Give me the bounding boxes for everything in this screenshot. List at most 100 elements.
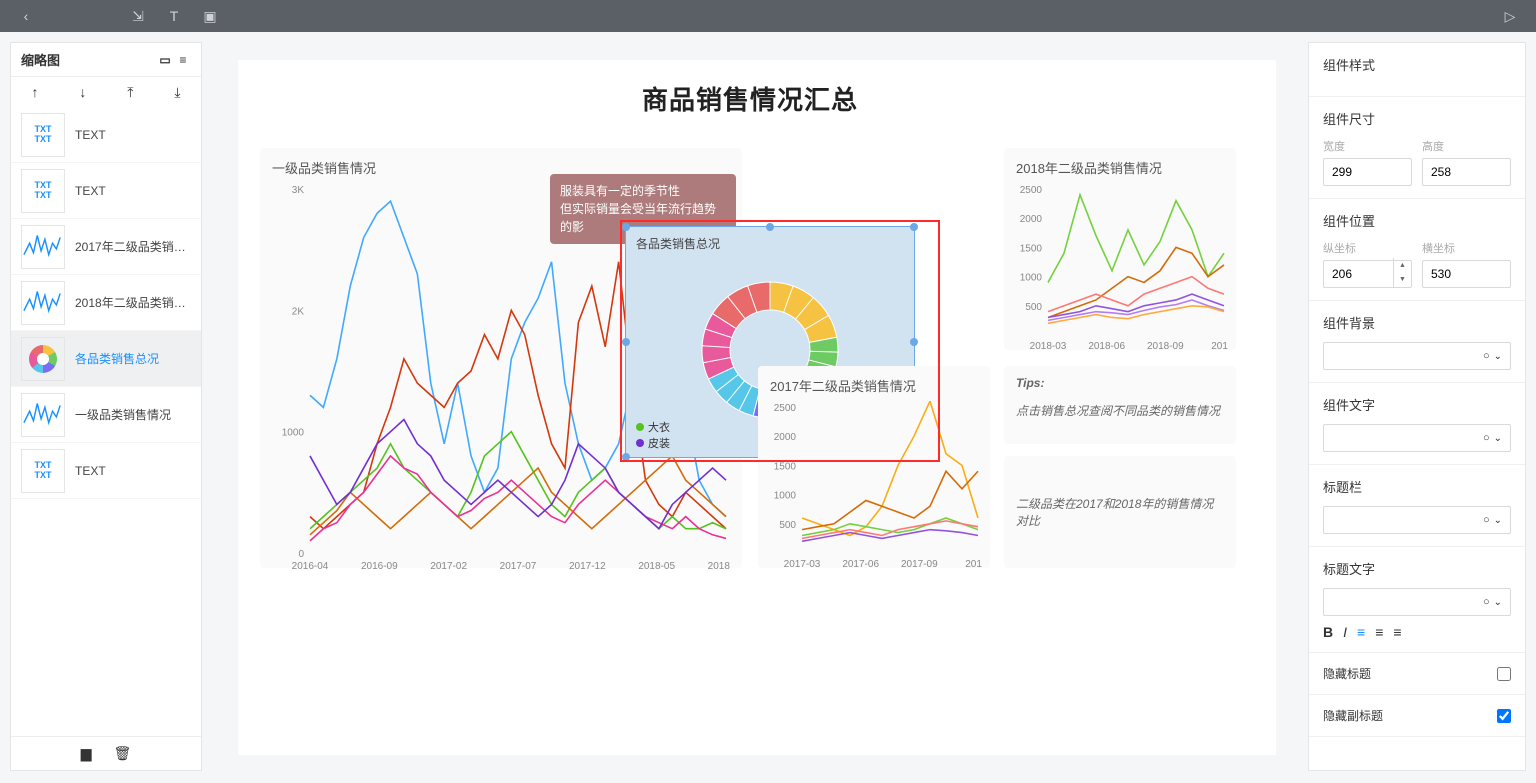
svg-text:1500: 1500 [1020, 243, 1043, 254]
move-up-icon[interactable]: ↑ [31, 84, 38, 100]
import-icon[interactable]: ⇲ [122, 0, 154, 32]
hide-sub-checkbox[interactable] [1497, 709, 1511, 723]
sidebar-item-label: 2017年二级品类销售情... [75, 238, 191, 255]
y-step-up[interactable]: ▲ [1394, 258, 1411, 273]
resize-handle-ne[interactable] [910, 223, 918, 231]
small-line-2018-card[interactable]: 2018年二级品类销售情况 50010001500200025002018-03… [1004, 148, 1236, 350]
svg-text:2018-: 2018- [1211, 341, 1228, 352]
resize-handle-w[interactable] [622, 338, 630, 346]
svg-text:2017-09: 2017-09 [901, 559, 938, 570]
view-card-icon[interactable]: ▭ [157, 52, 173, 68]
svg-text:2017-12: 2017-12 [569, 561, 606, 572]
small-line-2017-card[interactable]: 2017年二级品类销售情况 500 1000 1500 2000 2500 2017-03… [758, 366, 990, 568]
svg-text:2K: 2K [292, 306, 305, 317]
style-section-title: 组件样式 [1323, 55, 1511, 74]
svg-text:2018-03: 2018-03 [1030, 341, 1067, 352]
svg-text:2000: 2000 [1020, 214, 1043, 225]
width-input[interactable] [1323, 158, 1412, 186]
play-icon[interactable]: ▷ [1494, 0, 1526, 32]
image-icon[interactable]: ▣ [194, 0, 226, 32]
bold-icon[interactable]: B [1323, 624, 1333, 640]
sidebar-item-6[interactable]: TXTTXTTEXT [11, 443, 201, 499]
align-right-icon[interactable]: ≡ [1393, 624, 1401, 640]
bg-section-title: 组件背景 [1323, 313, 1511, 332]
hide-title-checkbox[interactable] [1497, 667, 1511, 681]
height-label: 高度 [1422, 138, 1511, 154]
position-section-title: 组件位置 [1323, 211, 1511, 230]
italic-icon[interactable]: I [1343, 624, 1347, 640]
svg-text:1000: 1000 [282, 428, 305, 439]
tips-1-text: 点击销售总况查阅不同品类的销售情况 [1016, 404, 1220, 418]
tips-2-text: 二级品类在2017和2018年的销售情况对比 [1016, 495, 1224, 529]
resize-handle-sw[interactable] [622, 453, 630, 461]
hide-title-label: 隐藏标题 [1323, 665, 1371, 682]
text-toggle[interactable]: ○⌄ [1323, 424, 1511, 452]
sidebar-item-label: TEXT [75, 128, 106, 142]
svg-text:2016-04: 2016-04 [292, 561, 329, 572]
sidebar-item-label: 2018年二级品类销售情... [75, 294, 191, 311]
view-list-icon[interactable]: ≡ [175, 52, 191, 68]
resize-handle-n[interactable] [766, 223, 774, 231]
svg-text:2017-07: 2017-07 [500, 561, 537, 572]
align-center-icon[interactable]: ≡ [1375, 624, 1383, 640]
titletext-toggle[interactable]: ○⌄ [1323, 588, 1511, 616]
x-input[interactable] [1422, 260, 1511, 288]
align-left-icon[interactable]: ≡ [1357, 624, 1365, 640]
svg-text:2017-02: 2017-02 [430, 561, 467, 572]
move-bottom-icon[interactable]: ⤓ [174, 84, 180, 101]
tips-2-card[interactable]: 二级品类在2017和2018年的销售情况对比 [1004, 456, 1236, 568]
sidebar-item-2[interactable]: 2017年二级品类销售情... [11, 219, 201, 275]
sidebar-item-label: TEXT [75, 464, 106, 478]
right-panel: 组件样式 组件尺寸 宽度 高度 组件位置 纵坐标 ▲▼ 横坐标 [1308, 42, 1526, 771]
svg-text:3K: 3K [292, 185, 305, 196]
sidebar-thumb [21, 225, 65, 269]
x-label: 横坐标 [1422, 240, 1511, 256]
y-step-down[interactable]: ▼ [1394, 273, 1411, 288]
svg-text:1000: 1000 [774, 491, 797, 502]
thumbnails-title: 缩略图 [21, 50, 60, 69]
annotation-line1: 服装具有一定的季节性 [560, 182, 726, 200]
svg-text:2018-10: 2018-10 [708, 561, 730, 572]
sidebar-item-1[interactable]: TXTTXTTEXT [11, 163, 201, 219]
sidebar-thumb [21, 393, 65, 437]
sidebar-item-label: TEXT [75, 184, 106, 198]
svg-text:2018-05: 2018-05 [638, 561, 675, 572]
svg-text:2016-09: 2016-09 [361, 561, 398, 572]
sidebar-item-label: 各品类销售总况 [75, 350, 159, 367]
left-panel: 缩略图 ▭ ≡ ↑ ↓ ⤒ ⤓ TXTTXTTEXTTXTTXTTEXT2017… [10, 42, 202, 771]
titletext-section-title: 标题文字 [1323, 559, 1511, 578]
delete-icon[interactable]: 🗑 [114, 745, 132, 762]
sidebar-item-0[interactable]: TXTTXT TEXT [11, 107, 201, 163]
svg-text:2000: 2000 [774, 432, 797, 443]
width-label: 宽度 [1323, 138, 1412, 154]
svg-text:1500: 1500 [774, 461, 797, 472]
folder-icon[interactable]: ▆ [81, 745, 92, 762]
sidebar-thumb: TXTTXT [21, 113, 65, 157]
svg-text:1000: 1000 [1020, 273, 1043, 284]
move-down-icon[interactable]: ↓ [79, 84, 86, 100]
resize-handle-nw[interactable] [622, 223, 630, 231]
bg-toggle[interactable]: ○⌄ [1323, 342, 1511, 370]
height-input[interactable] [1422, 158, 1511, 186]
small-line-2018-chart: 50010001500200025002018-032018-062018-09… [1016, 183, 1228, 353]
sidebar-thumb [21, 281, 65, 325]
back-icon[interactable]: ‹ [10, 0, 42, 32]
small-line-2017-title: 2017年二级品类销售情况 [770, 376, 978, 395]
tips-1-card[interactable]: Tips: 点击销售总况查阅不同品类的销售情况 [1004, 366, 1236, 444]
donut-title: 各品类销售总况 [626, 227, 914, 260]
resize-handle-e[interactable] [910, 338, 918, 346]
titlebar-toggle[interactable]: ○⌄ [1323, 506, 1511, 534]
sidebar-item-label: 一级品类销售情况 [75, 406, 171, 423]
sidebar-item-5[interactable]: 一级品类销售情况 [11, 387, 201, 443]
svg-text:0: 0 [298, 549, 304, 560]
text-section-title: 组件文字 [1323, 395, 1511, 414]
sidebar-item-3[interactable]: 2018年二级品类销售情... [11, 275, 201, 331]
svg-text:500: 500 [779, 520, 796, 531]
move-top-icon[interactable]: ⤒ [127, 84, 133, 101]
sidebar-item-4[interactable]: 各品类销售总况 [11, 331, 201, 387]
text-icon[interactable]: T [158, 0, 190, 32]
svg-text:2500: 2500 [774, 403, 797, 414]
small-line-2018-title: 2018年二级品类销售情况 [1016, 158, 1224, 177]
svg-text:2017-03: 2017-03 [784, 559, 821, 570]
donut-legend: 大衣皮装 [636, 419, 670, 451]
